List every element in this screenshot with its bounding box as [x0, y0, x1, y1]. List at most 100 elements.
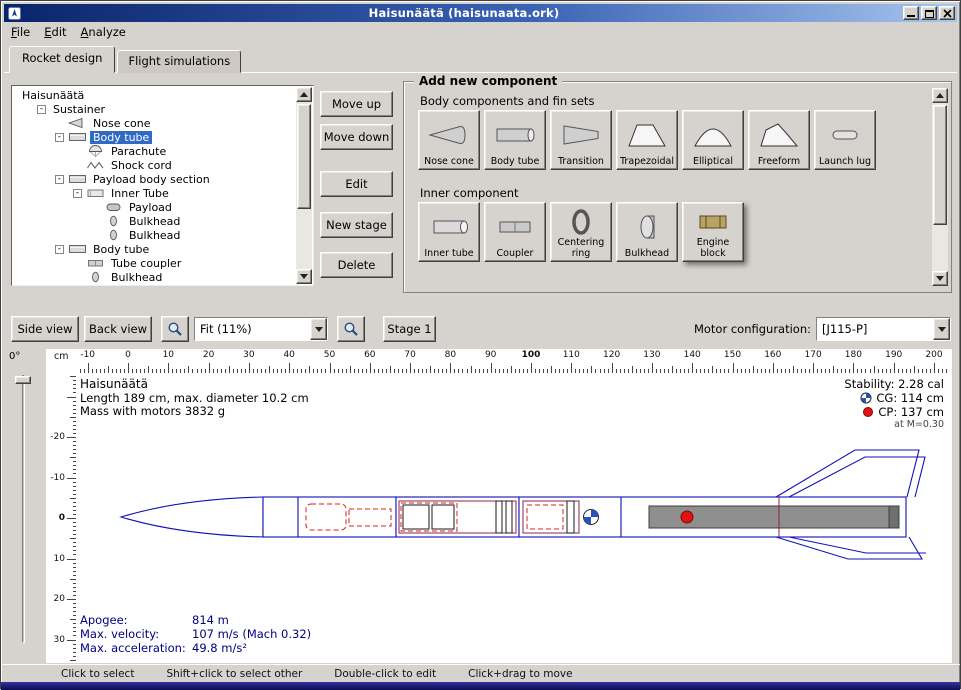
- tree-expander-icon[interactable]: -: [55, 245, 64, 254]
- window-icon[interactable]: [8, 7, 21, 20]
- tree-item-label[interactable]: Shock cord: [108, 159, 175, 172]
- add-coupler-button[interactable]: Coupler: [484, 202, 546, 262]
- close-button[interactable]: [939, 6, 955, 20]
- tree-scrollbar[interactable]: [296, 87, 312, 284]
- title-bar[interactable]: Haisunäätä (haisunaata.ork): [4, 4, 957, 22]
- fin-trapezoidal-icon: [625, 114, 669, 157]
- scroll-thumb[interactable]: [297, 104, 311, 209]
- ruler-tick: [813, 363, 814, 373]
- tree-item-bulkhead[interactable]: Bulkhead: [15, 214, 295, 228]
- tree-item-label[interactable]: Tube coupler: [108, 257, 184, 270]
- rocket-view-canvas[interactable]: Haisunäätä Length 189 cm, max. diameter …: [76, 373, 952, 663]
- tree-item-label[interactable]: Bulkhead: [126, 229, 183, 242]
- edit-button[interactable]: Edit: [320, 171, 393, 197]
- tree-item-body-tube[interactable]: - Body tube: [15, 242, 295, 256]
- add-transition-button[interactable]: Transition: [550, 110, 612, 170]
- menu-analyze[interactable]: Analyze: [74, 23, 133, 41]
- scroll-down-button[interactable]: [932, 271, 948, 286]
- palette-button-label: Inner tube: [424, 249, 473, 259]
- ruler-tick: [88, 363, 89, 373]
- move-down-button[interactable]: Move down: [320, 124, 393, 150]
- back-view-button[interactable]: Back view: [84, 316, 152, 342]
- tree-expander-icon[interactable]: -: [37, 105, 46, 114]
- tree-item-label[interactable]: Body tube: [90, 243, 152, 256]
- move-up-button[interactable]: Move up: [320, 91, 393, 117]
- bulkhead-icon: [104, 229, 126, 241]
- ruler-label: 0: [59, 513, 65, 523]
- scroll-up-button[interactable]: [932, 88, 948, 103]
- innertube-icon: [427, 206, 471, 249]
- add-engine-block-button[interactable]: Engine block: [682, 202, 744, 262]
- tree-item-payload[interactable]: Payload: [15, 200, 295, 214]
- zoom-select-arrow[interactable]: [310, 318, 327, 340]
- tree-item-tube-coupler[interactable]: Tube coupler: [15, 256, 295, 270]
- fin-freeform-icon: [757, 114, 801, 157]
- tree-item-label[interactable]: Parachute: [108, 145, 169, 158]
- add-body-tube-button[interactable]: Body tube: [484, 110, 546, 170]
- add-elliptical-button[interactable]: Elliptical: [682, 110, 744, 170]
- tree-item-label[interactable]: Bulkhead: [108, 271, 165, 284]
- tree-item-payload-body-section[interactable]: - Payload body section: [15, 172, 295, 186]
- menu-edit[interactable]: Edit: [37, 23, 73, 41]
- tree-expander-icon[interactable]: -: [73, 189, 82, 198]
- tab-rocket-design[interactable]: Rocket design: [9, 46, 115, 73]
- motor-configuration-select[interactable]: [J115-P]: [816, 317, 951, 341]
- hint-double-click: Double-click to edit: [334, 668, 436, 680]
- tree-item-body-tube[interactable]: - Body tube: [15, 130, 295, 144]
- tree-item-parachute[interactable]: Parachute: [15, 144, 295, 158]
- scroll-up-button[interactable]: [296, 87, 312, 102]
- zoom-in-button[interactable]: [161, 316, 189, 342]
- palette-scrollbar[interactable]: [932, 88, 948, 286]
- ruler-tick: [430, 366, 431, 373]
- add-bulkhead-button[interactable]: Bulkhead: [616, 202, 678, 262]
- motor-configuration-label: Motor configuration:: [661, 322, 811, 336]
- rotation-slider-handle[interactable]: [15, 376, 31, 384]
- max-acceleration-readout: Max. acceleration:49.8 m/s²: [80, 641, 247, 655]
- ruler-label: 90: [485, 350, 496, 360]
- tree-item-label[interactable]: Payload: [126, 201, 175, 214]
- rotation-slider-track[interactable]: [22, 375, 25, 643]
- maximize-button[interactable]: [921, 6, 937, 20]
- add-freeform-button[interactable]: Freeform: [748, 110, 810, 170]
- cg-icon: [860, 392, 872, 404]
- tree-item-label[interactable]: Nose cone: [90, 117, 153, 130]
- tree-item-label[interactable]: Sustainer: [50, 103, 108, 116]
- side-view-button[interactable]: Side view: [11, 316, 79, 342]
- tree-expander-icon[interactable]: -: [55, 175, 64, 184]
- rocket-mass: Mass with motors 3832 g: [80, 404, 225, 418]
- tree-item-shock-cord[interactable]: Shock cord: [15, 158, 295, 172]
- ruler-label: 120: [603, 350, 620, 360]
- scroll-thumb[interactable]: [933, 105, 947, 225]
- tree-item-label[interactable]: Payload body section: [90, 173, 213, 186]
- ruler-label: 170: [805, 350, 822, 360]
- new-stage-button[interactable]: New stage: [320, 212, 393, 238]
- tab-strip: Rocket design Flight simulations: [9, 47, 241, 73]
- tree-item-label[interactable]: Inner Tube: [108, 187, 172, 200]
- motor-select-arrow[interactable]: [933, 318, 950, 340]
- component-tree[interactable]: Haisunäätä-SustainerNose cone-Body tubeP…: [15, 88, 295, 283]
- tree-item-nose-cone[interactable]: Nose cone: [15, 116, 295, 130]
- menu-file[interactable]: File: [4, 23, 37, 41]
- add-launch-lug-button[interactable]: Launch lug: [814, 110, 876, 170]
- tree-item-haisun-t[interactable]: Haisunäätä: [15, 88, 295, 102]
- add-nose-cone-button[interactable]: Nose cone: [418, 110, 480, 170]
- tree-item-sustainer[interactable]: -Sustainer: [15, 102, 295, 116]
- palette-button-label: Coupler: [497, 249, 534, 259]
- tree-item-inner-tube[interactable]: - Inner Tube: [15, 186, 295, 200]
- tree-item-label[interactable]: Bulkhead: [126, 215, 183, 228]
- tree-item-bulkhead[interactable]: Bulkhead: [15, 270, 295, 283]
- add-inner-tube-button[interactable]: Inner tube: [418, 202, 480, 262]
- zoom-out-button[interactable]: [337, 316, 365, 342]
- tab-flight-simulations[interactable]: Flight simulations: [117, 50, 241, 73]
- stage-1-toggle[interactable]: Stage 1: [383, 316, 436, 342]
- add-trapezoidal-button[interactable]: Trapezoidal: [616, 110, 678, 170]
- delete-button[interactable]: Delete: [320, 252, 393, 278]
- zoom-level-select[interactable]: Fit (11%): [194, 317, 328, 341]
- tree-item-label[interactable]: Haisunäätä: [19, 89, 87, 102]
- tree-item-bulkhead[interactable]: Bulkhead: [15, 228, 295, 242]
- scroll-down-button[interactable]: [296, 269, 312, 284]
- add-centering-ring-button[interactable]: Centering ring: [550, 202, 612, 262]
- minimize-button[interactable]: [903, 6, 919, 20]
- tree-item-label[interactable]: Body tube: [90, 131, 152, 144]
- tree-expander-icon[interactable]: -: [55, 133, 64, 142]
